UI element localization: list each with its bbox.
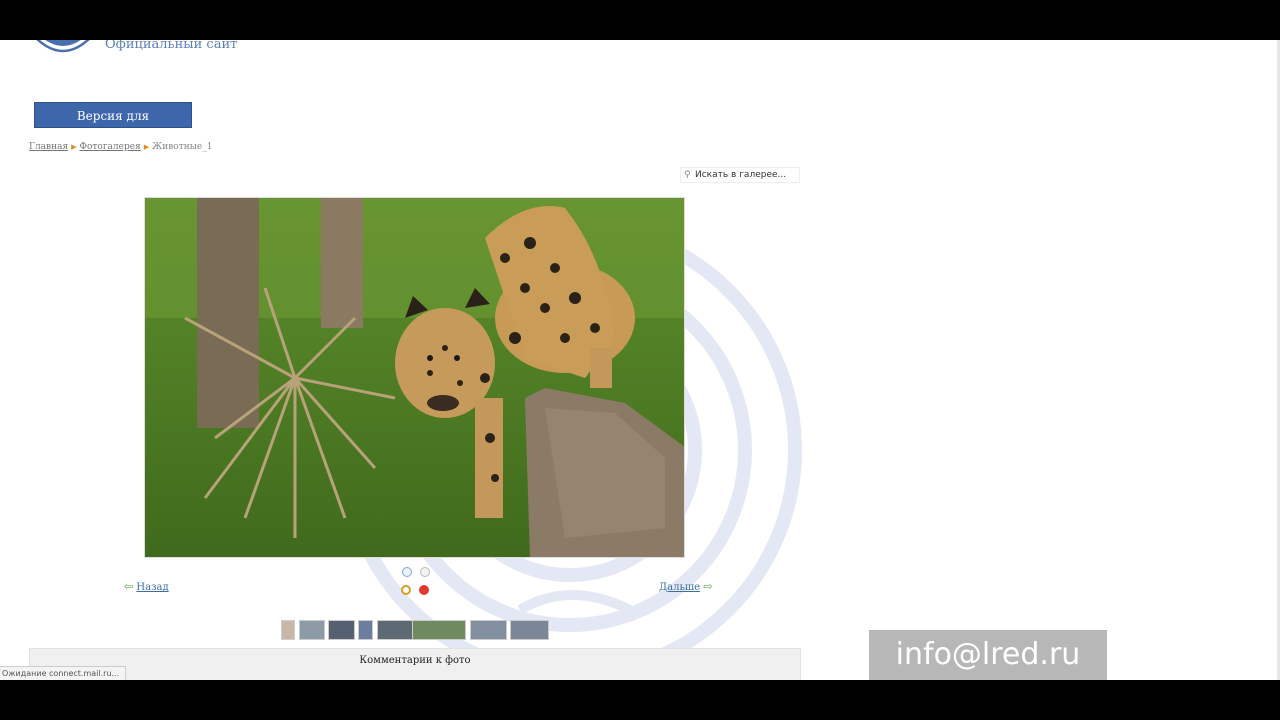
- stop-slideshow-icon[interactable]: [420, 567, 430, 577]
- gallery-thumbnail[interactable]: [299, 620, 325, 640]
- breadcrumb-current: Животные_1: [152, 142, 213, 152]
- search-placeholder: Искать в галерее...: [695, 170, 787, 180]
- photo-comments-section: Комментарии к фото: [29, 648, 801, 680]
- prev-photo-link[interactable]: ⇦ Назад: [124, 580, 169, 593]
- browser-page: Официальный сайт Версия для слабовидящих…: [0, 40, 1280, 680]
- gallery-thumbnail[interactable]: [328, 620, 355, 640]
- next-label[interactable]: Дальше: [659, 582, 700, 593]
- gallery-search-input[interactable]: ⚲ Искать в галерее...: [680, 167, 800, 183]
- search-icon: ⚲: [684, 170, 691, 180]
- jaguar-photo-image: [145, 198, 684, 557]
- breadcrumb-home-link[interactable]: Главная: [29, 142, 68, 152]
- breadcrumb-separator-icon: ▶: [71, 143, 77, 151]
- breadcrumb-separator-icon: ▶: [143, 143, 150, 151]
- arrow-right-icon: ⇨: [703, 580, 713, 593]
- site-logo[interactable]: [30, 40, 96, 62]
- prev-label[interactable]: Назад: [136, 582, 168, 593]
- gallery-thumbnail[interactable]: [281, 620, 295, 640]
- gallery-thumbnail[interactable]: [412, 620, 466, 640]
- gallery-thumbnail[interactable]: [510, 620, 549, 640]
- breadcrumb-gallery-link[interactable]: Фотогалерея: [80, 142, 141, 152]
- arrow-left-icon: ⇦: [124, 580, 134, 593]
- report-icon[interactable]: [419, 585, 429, 595]
- gallery-thumbnail[interactable]: [377, 620, 413, 640]
- zoom-icon[interactable]: [401, 585, 411, 595]
- gallery-thumbnail[interactable]: [470, 620, 507, 640]
- play-slideshow-icon[interactable]: [402, 567, 412, 577]
- breadcrumb: Главная ▶ Фотогалерея ▶ Животные_1: [29, 142, 212, 152]
- gallery-photo[interactable]: [144, 197, 685, 558]
- browser-status-bar: Ожидание connect.mail.ru...: [0, 666, 127, 680]
- gallery-thumbnail[interactable]: [358, 620, 373, 640]
- email-overlay-banner: info@lred.ru: [869, 630, 1107, 680]
- comments-title: Комментарии к фото: [359, 655, 471, 666]
- next-photo-link[interactable]: Дальше ⇨: [659, 580, 713, 593]
- site-subtitle: Официальный сайт: [105, 40, 238, 52]
- low-vision-version-button[interactable]: Версия для слабовидящих: [34, 102, 192, 149]
